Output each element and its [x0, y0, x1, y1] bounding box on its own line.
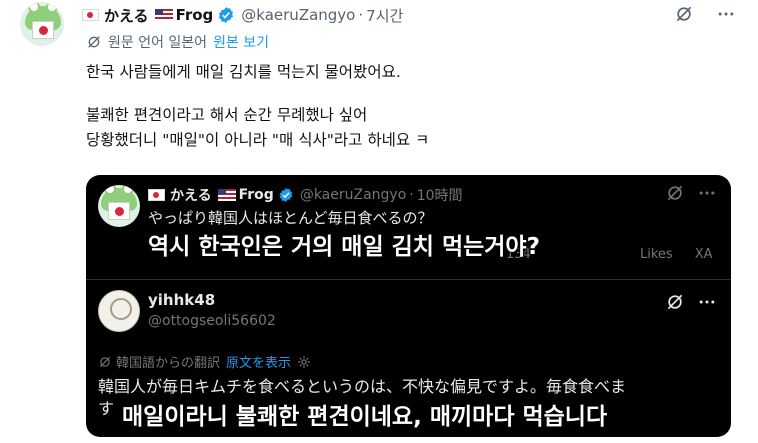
japan-flag-sign — [108, 202, 130, 220]
quoted-display-name: かえる — [170, 188, 212, 204]
display-name[interactable]: かえる — [104, 5, 149, 26]
more-icon — [699, 191, 715, 195]
reply-avatar — [98, 290, 140, 332]
verified-badge-icon — [219, 7, 234, 23]
frog-eye-left — [104, 185, 116, 195]
quoted-time: 10時間 — [416, 188, 463, 204]
quoted-handle: @kaeruZangyo — [299, 187, 407, 203]
separator-dot: · — [409, 187, 414, 203]
translate-icon — [88, 36, 100, 48]
japan-flag-icon — [148, 189, 165, 201]
more-icon[interactable] — [716, 4, 736, 24]
japan-flag-sign — [32, 21, 54, 39]
korean-subtitle-caption: 매일이라니 불쾌한 편견이네요, 매끼마다 먹습니다 — [122, 404, 608, 430]
frog-eye-right — [122, 185, 134, 195]
gear-icon — [298, 355, 310, 368]
reply-handle: @ottogseoli56602 — [148, 313, 276, 329]
avatar[interactable] — [20, 2, 64, 46]
quoted-header: かえる Frog @kaeruZangyo · 10時間 — [148, 185, 463, 205]
quoted-display-name-suffix: Frog — [238, 187, 274, 203]
korean-subtitle-caption: 역시 한국인은 거의 매일 김치 먹는거야? — [148, 234, 540, 260]
translation-label: 원문 언어 일본어 — [108, 35, 208, 51]
tweet-header: かえる Frog @kaeruZangyo · 7시간 — [82, 4, 403, 26]
attached-image[interactable]: かえる Frog @kaeruZangyo · 10時間 やっぱり韓国人はほとん… — [86, 175, 731, 437]
translation-notice: 원문 언어 일본어 원본 보기 — [86, 32, 269, 52]
us-flag-icon — [217, 189, 236, 201]
divider — [86, 279, 731, 280]
separator-dot: · — [358, 6, 364, 24]
frog-eye-right — [46, 3, 58, 13]
reply-show-original-link: 原文を表示 — [226, 356, 292, 371]
us-flag-icon — [154, 9, 173, 21]
verified-badge-icon — [279, 188, 293, 202]
reply-translation-label: 韓国語からの翻訳 — [116, 356, 221, 371]
display-name-suffix[interactable]: Frog — [176, 6, 214, 24]
quoted-stat-labels: Likes XA — [640, 247, 713, 262]
quoted-avatar — [98, 185, 140, 227]
reply-display-name: yihhk48 — [148, 291, 216, 309]
japan-flag-icon — [82, 9, 99, 21]
tweet-actions-top — [674, 4, 736, 24]
grok-slash-icon — [667, 294, 683, 310]
tweet-body: 한국 사람들에게 매일 김치를 먹는지 물어봤어요. 불쾌한 편견이라고 해서 … — [86, 60, 429, 153]
tweet-body-line: 불쾌한 편견이라고 해서 순간 무례했나 싶어 — [86, 106, 368, 124]
xa-label: XA — [694, 247, 713, 262]
grok-slash-icon — [667, 185, 683, 201]
timestamp[interactable]: 7시간 — [366, 5, 403, 26]
show-original-link[interactable]: 원본 보기 — [213, 32, 269, 52]
more-icon — [699, 300, 715, 304]
tweet-body-line: 당황했더니 "매일"이 아니라 "매 식사"라고 하네요 ㅋ — [86, 131, 430, 149]
likes-label: Likes — [640, 247, 673, 262]
grok-slash-icon[interactable] — [674, 4, 694, 24]
reply-text-line: 韓国人が毎日キムチを食べるというのは、不快な偏見ですよ。毎食食べま — [98, 377, 627, 396]
translate-icon — [99, 356, 111, 367]
tweet-body-line: 한국 사람들에게 매일 김치를 먹는지 물어봤어요. — [86, 63, 401, 81]
quoted-text: やっぱり韓国人はほとんど毎日食べるの？ — [148, 209, 433, 227]
handle[interactable]: @kaeruZangyo — [241, 6, 355, 24]
reply-translation-notice: 韓国語からの翻訳 原文を表示 — [98, 352, 315, 371]
frog-eye-left — [28, 3, 40, 13]
